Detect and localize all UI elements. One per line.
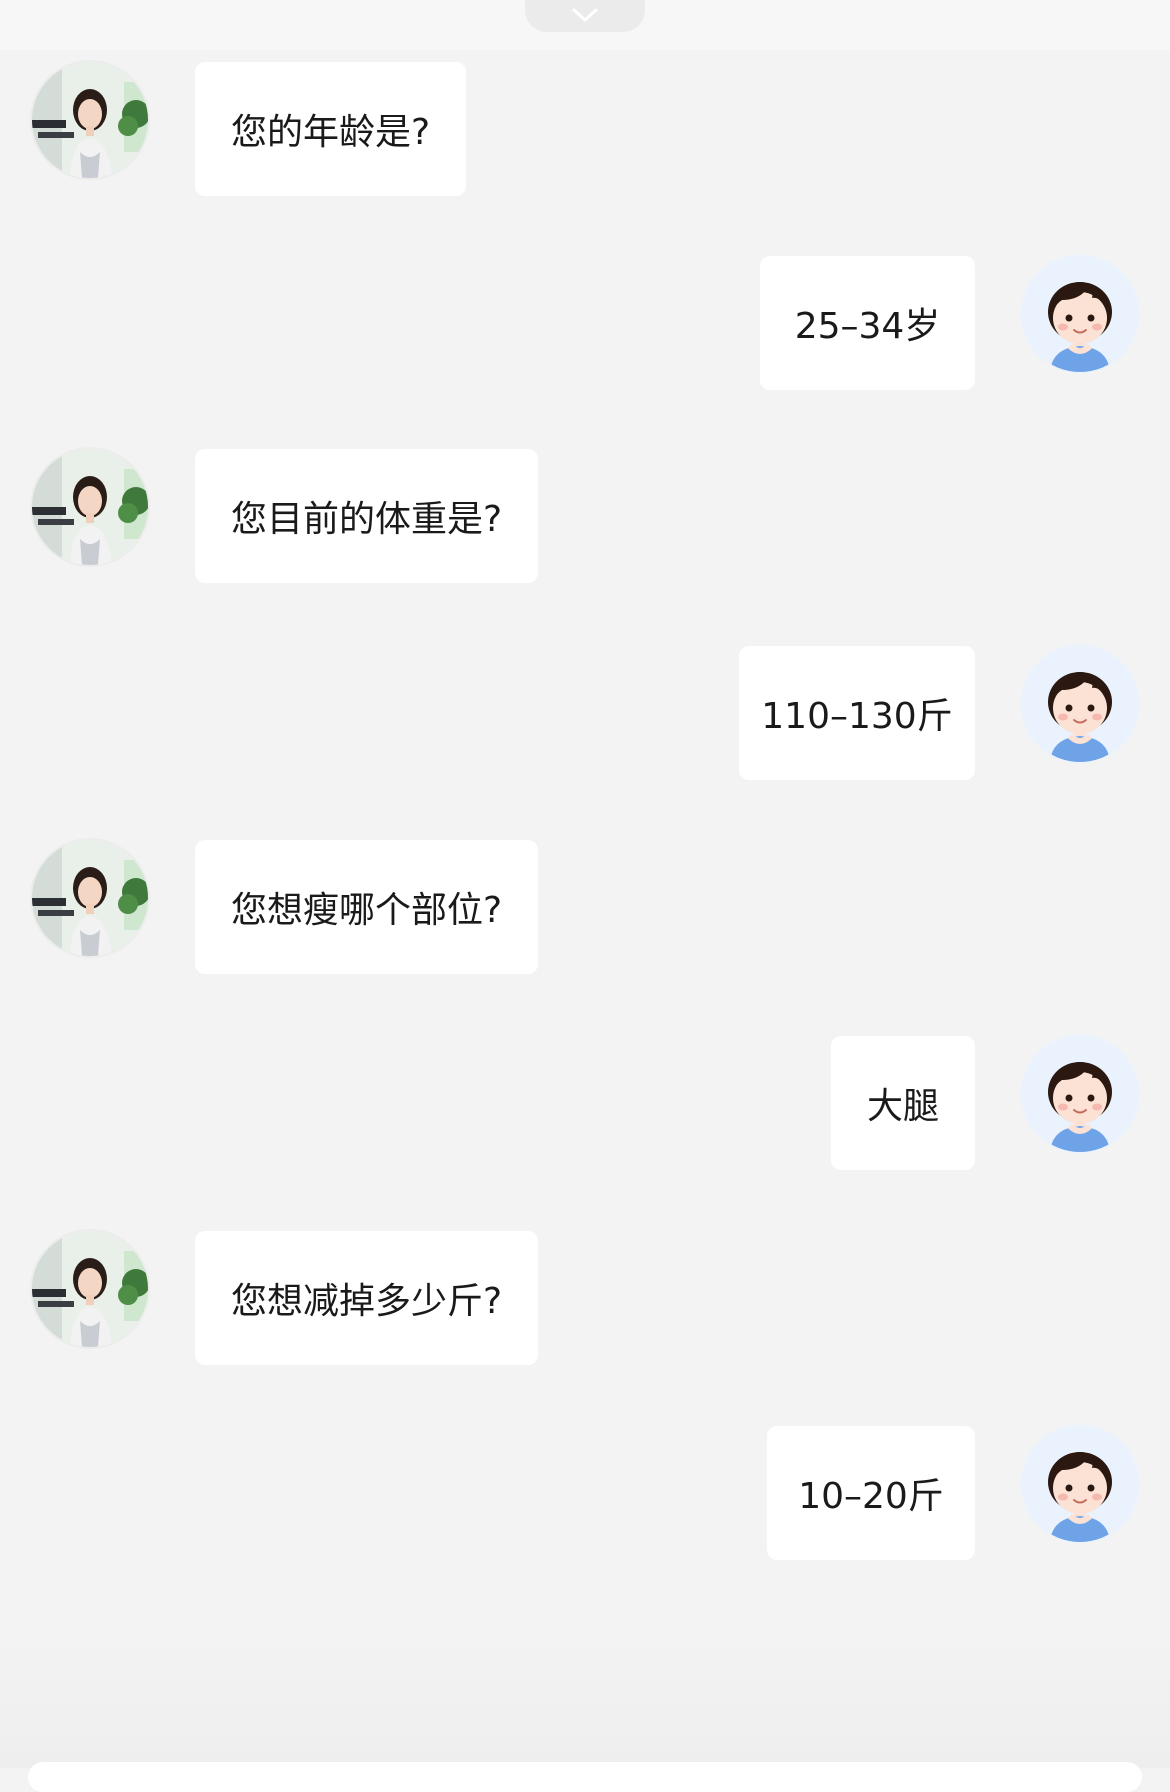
message-bubble: 您想减掉多少斤? xyxy=(195,1231,539,1365)
bottom-input-panel[interactable] xyxy=(28,1762,1142,1792)
coach-avatar[interactable] xyxy=(32,840,148,956)
message-row-user: 25–34岁 xyxy=(0,256,1170,392)
message-text: 您想减掉多少斤? xyxy=(231,1281,503,1322)
message-row-user: 大腿 xyxy=(0,1036,1170,1172)
message-bubble: 110–130斤 xyxy=(739,646,975,780)
message-row-coach: 您想减掉多少斤? xyxy=(0,1231,1170,1367)
user-avatar[interactable] xyxy=(1022,256,1138,372)
user-avatar[interactable] xyxy=(1022,1036,1138,1152)
message-row-coach: 您想瘦哪个部位? xyxy=(0,840,1170,976)
message-row-user: 110–130斤 xyxy=(0,646,1170,782)
message-row-coach: 您的年龄是? xyxy=(0,62,1170,198)
message-text: 大腿 xyxy=(867,1086,940,1127)
coach-avatar[interactable] xyxy=(32,62,148,178)
message-bubble: 您目前的体重是? xyxy=(195,449,539,583)
chevron-down-icon xyxy=(572,8,598,22)
message-text: 您目前的体重是? xyxy=(231,499,503,540)
user-avatar[interactable] xyxy=(1022,1426,1138,1542)
message-text: 10–20斤 xyxy=(798,1476,944,1517)
coach-avatar[interactable] xyxy=(32,449,148,565)
message-bubble: 25–34岁 xyxy=(760,256,975,390)
message-row-user: 10–20斤 xyxy=(0,1426,1170,1562)
message-bubble: 大腿 xyxy=(831,1036,975,1170)
message-bubble: 您想瘦哪个部位? xyxy=(195,840,539,974)
message-text: 25–34岁 xyxy=(794,306,941,347)
collapse-handle[interactable] xyxy=(525,0,645,32)
message-bubble: 10–20斤 xyxy=(767,1426,975,1560)
user-avatar[interactable] xyxy=(1022,646,1138,762)
coach-avatar[interactable] xyxy=(32,1231,148,1347)
message-text: 110–130斤 xyxy=(761,696,953,737)
message-text: 您想瘦哪个部位? xyxy=(231,890,503,931)
message-bubble: 您的年龄是? xyxy=(195,62,467,196)
message-row-coach: 您目前的体重是? xyxy=(0,449,1170,585)
message-text: 您的年龄是? xyxy=(231,112,431,153)
bottom-fade xyxy=(0,1640,1170,1768)
